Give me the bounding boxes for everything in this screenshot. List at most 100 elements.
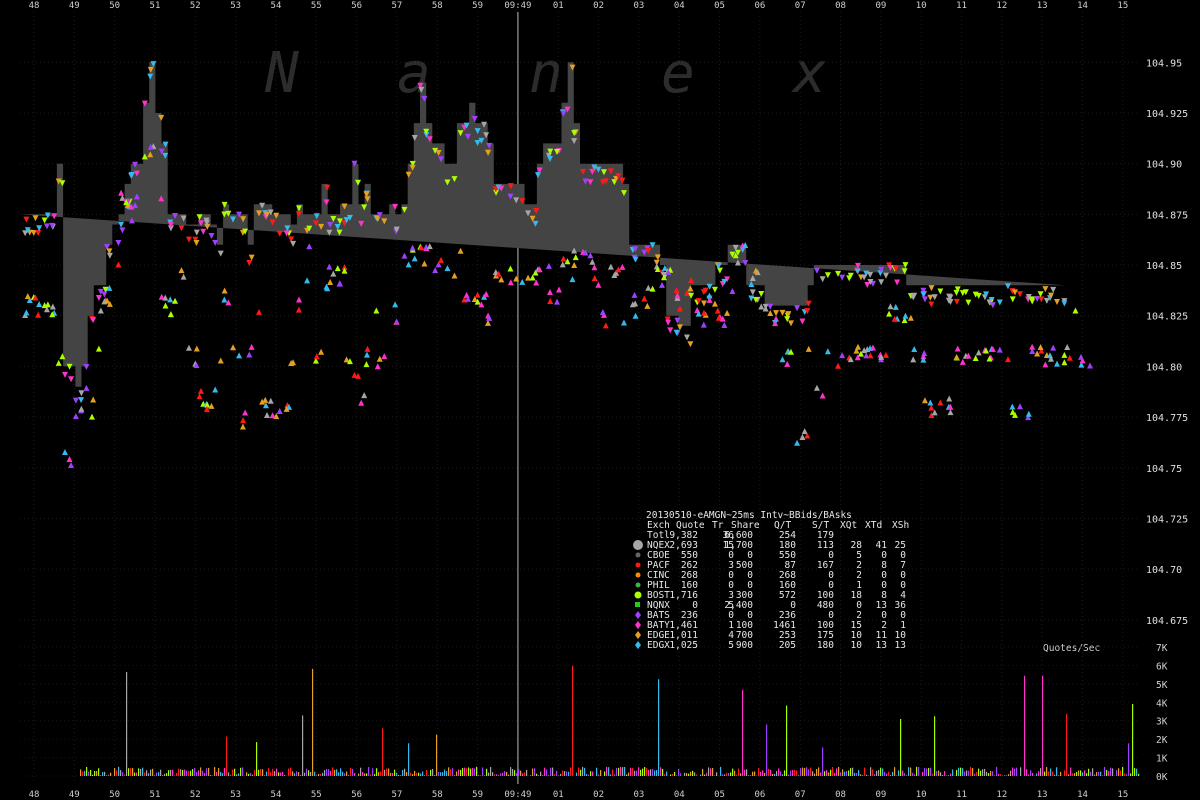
qps-bar [296, 771, 298, 776]
qps-bar [200, 767, 202, 776]
bid-quote-marker [97, 307, 104, 314]
qps-bar [498, 775, 500, 776]
ask-quote-marker [665, 319, 672, 326]
qps-bar [696, 774, 698, 776]
stats-cell: 10 [851, 640, 863, 651]
x-tick-label: 02 [593, 1, 604, 11]
qps-bar [616, 767, 618, 776]
qps-bar [180, 769, 182, 776]
qps-bar [488, 772, 490, 776]
ask-quote-marker [813, 267, 820, 274]
qps-bar [560, 773, 562, 776]
qps-bar [82, 771, 84, 776]
bid-quote-marker [867, 352, 874, 359]
qps-bar [548, 775, 550, 776]
qps-bar [874, 774, 876, 776]
qps-bar [952, 769, 954, 776]
qps-bar [872, 769, 874, 776]
qps-bar [268, 768, 270, 776]
qps-bar [856, 772, 858, 776]
x-tick-label-bottom: 14 [1077, 790, 1088, 800]
stats-column-header: XQt [840, 520, 857, 531]
x-tick-label: 09 [875, 1, 886, 11]
qps-bar [1130, 773, 1132, 776]
qps-bar [1134, 768, 1136, 776]
qps-bar [828, 772, 830, 776]
bid-quote-marker [162, 302, 169, 309]
qps-bar [90, 770, 92, 776]
qps-bar [294, 773, 296, 776]
price-tick-label: 104.75 [1146, 464, 1182, 475]
x-tick-label: 06 [754, 1, 765, 11]
bid-quote-marker [721, 321, 728, 328]
bid-quote-marker [409, 244, 416, 251]
qps-bar [666, 771, 668, 776]
qps-bar [684, 772, 686, 776]
bid-quote-marker [306, 243, 313, 250]
qps-bar [246, 772, 248, 776]
bid-quote-marker [507, 279, 514, 286]
x-tick-label-bottom: 12 [996, 790, 1007, 800]
ask-quote-marker [185, 236, 192, 243]
bid-quote-marker [1025, 410, 1032, 417]
qps-bar [450, 769, 452, 776]
qps-bar [340, 768, 342, 776]
qps-bar [1082, 772, 1084, 776]
stats-cell: 205 [779, 640, 796, 651]
qps-bar [500, 773, 502, 776]
qps-bar [230, 774, 232, 776]
qps-bar [430, 769, 432, 776]
qps-bar [620, 766, 622, 776]
x-tick-label: 55 [311, 1, 322, 11]
bid-quote-marker [208, 402, 215, 409]
qps-bar [1048, 771, 1050, 776]
bid-quote-marker [887, 303, 894, 310]
qps-bar [926, 768, 928, 776]
bid-quote-marker [547, 298, 554, 305]
qps-bar [552, 767, 554, 776]
qps-bar [372, 768, 374, 776]
qps-bar [640, 769, 642, 776]
qps-bar [108, 774, 110, 776]
qps-bar [346, 771, 348, 776]
qps-bar [534, 768, 536, 776]
bid-quote-marker [1066, 354, 1073, 361]
x-tick-label: 52 [190, 1, 201, 11]
bid-quote-marker [358, 399, 365, 406]
price-tick-label: 104.90 [1146, 160, 1182, 171]
qps-bar [232, 769, 234, 776]
qps-bar [198, 770, 200, 776]
qps-bar [876, 770, 878, 776]
bid-quote-marker [572, 254, 579, 261]
qps-bar [580, 769, 582, 776]
ask-quote-marker [1009, 296, 1016, 303]
qps-bar [188, 770, 190, 776]
qps-bar [854, 772, 856, 776]
qps-bar [120, 770, 122, 776]
qps-bar [836, 768, 838, 776]
bid-quote-marker [886, 310, 893, 317]
qps-tick-label: 5K [1156, 680, 1168, 691]
qps-bar [974, 773, 976, 776]
ask-quote-marker [716, 267, 723, 274]
ask-quote-marker [758, 291, 765, 298]
qps-bar [1042, 675, 1044, 776]
qps-bar [252, 774, 254, 776]
qps-bar [472, 767, 474, 776]
qps-bar [576, 772, 578, 776]
bid-quote-marker [620, 319, 627, 326]
qps-bar [1078, 770, 1080, 776]
qps-bar [446, 771, 448, 776]
qps-bar [936, 771, 938, 776]
qps-bar [656, 770, 658, 776]
qps-bar [748, 775, 750, 776]
bid-quote-marker [72, 413, 79, 420]
x-tick-label-bottom: 50 [109, 790, 120, 800]
bid-quote-marker [330, 270, 337, 277]
qps-bar [588, 774, 590, 776]
exchange-marker [635, 602, 640, 607]
qps-bar [850, 768, 852, 776]
qps-bar [1038, 771, 1040, 776]
qps-bar [462, 767, 464, 776]
qps-bar [448, 767, 450, 776]
